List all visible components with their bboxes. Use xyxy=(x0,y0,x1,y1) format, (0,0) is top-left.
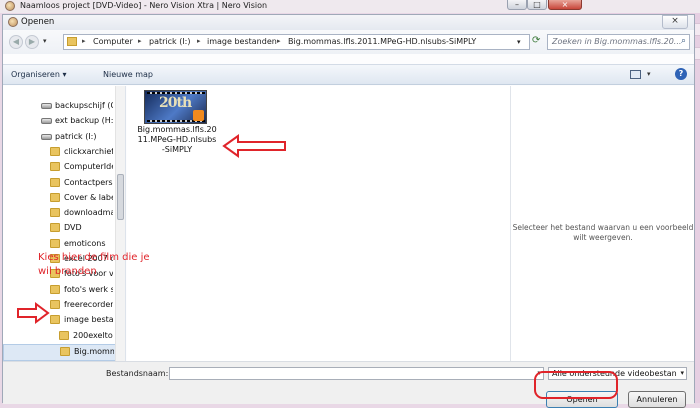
folder-icon xyxy=(50,146,60,156)
folder-icon xyxy=(50,284,60,294)
nav-item-label: Cover & labe xyxy=(64,192,113,202)
nav-item-label: foto's werk st xyxy=(64,284,113,294)
folder-icon xyxy=(50,177,60,187)
background-window-title: Naamloos project [DVD-Video] - Nero Visi… xyxy=(20,1,268,10)
nav-item-label: emoticons xyxy=(64,238,106,248)
nav-item-label: DVD xyxy=(64,223,82,233)
drive-icon xyxy=(41,133,52,140)
new-folder-button[interactable]: Nieuwe map xyxy=(103,70,153,79)
folder-icon xyxy=(50,208,60,218)
preview-message: Selecteer het bestand waarvan u een voor… xyxy=(512,223,694,242)
folder-icon xyxy=(50,238,60,248)
background-close-button[interactable]: × xyxy=(548,0,582,10)
nav-item[interactable]: ComputerIde xyxy=(3,160,115,175)
filename-input[interactable]: ▾ xyxy=(169,367,544,380)
breadcrumb-separator[interactable]: ▸ xyxy=(82,37,86,45)
red-arrow-right-icon xyxy=(17,302,50,324)
folder-icon xyxy=(50,223,60,233)
nav-scrollbar-thumb[interactable] xyxy=(117,174,124,220)
nav-item-label: downloadma xyxy=(64,208,113,218)
folder-icon xyxy=(50,162,60,172)
search-input[interactable]: Zoeken in Big.mommas.lfls.20... ⌕ xyxy=(547,34,690,50)
organize-menu-button[interactable]: Organiseren ▾ xyxy=(11,70,66,79)
drive-icon xyxy=(41,103,52,109)
filter-dropdown-chevron-icon[interactable]: ▾ xyxy=(680,369,684,377)
dialog-titlebar: Openen × xyxy=(3,15,694,30)
nav-item-label: image bestar xyxy=(64,315,113,325)
address-bar[interactable]: ▸ Computer ▸ patrick (I:) ▸ image bestan… xyxy=(63,34,530,50)
nav-item[interactable]: clickxarchief xyxy=(3,145,115,160)
nav-item[interactable]: ext backup (H:) xyxy=(3,114,115,129)
nav-item[interactable]: patrick (I:) xyxy=(3,130,115,145)
folder-icon xyxy=(50,315,60,325)
recent-locations-chevron-icon[interactable]: ▾ xyxy=(43,37,47,45)
address-dropdown-chevron-icon[interactable]: ▾ xyxy=(517,38,521,46)
breadcrumb-separator[interactable]: ▸ xyxy=(277,37,281,45)
breadcrumb-image-bestanden[interactable]: image bestanden xyxy=(207,37,277,46)
drive-icon xyxy=(41,118,52,125)
address-row: ◀ ▶ ▾ ▸ Computer ▸ patrick (I:) ▸ image … xyxy=(3,30,694,54)
file-list: 20th Big.mommas.lfls.2011.MPeG-HD.nlsubs… xyxy=(127,86,510,361)
nav-item[interactable]: Contactperso xyxy=(3,176,115,191)
command-toolbar: Organiseren ▾ Nieuwe map ▾ ? xyxy=(3,64,694,85)
minimize-button[interactable]: – xyxy=(507,0,527,10)
nero-app-icon xyxy=(5,1,15,11)
video-thumbnail: 20th xyxy=(144,90,207,124)
open-button-highlight-ring xyxy=(534,371,618,399)
nav-item[interactable]: foto's werk st xyxy=(3,283,115,298)
back-arrow-icon[interactable]: ◀ xyxy=(9,35,23,49)
filename-label: Bestandsnaam: xyxy=(106,369,169,378)
forward-arrow-icon[interactable]: ▶ xyxy=(25,35,39,49)
nav-item-label: patrick (I:) xyxy=(55,131,97,141)
search-icon[interactable]: ⌕ xyxy=(681,36,686,46)
folder-icon xyxy=(50,192,60,202)
nav-item-label: Big.momm xyxy=(74,346,114,356)
breadcrumb-separator[interactable]: ▸ xyxy=(197,37,201,45)
breadcrumb-current-folder[interactable]: Big.mommas.lfls.2011.MPeG-HD.nlsubs-SiMP… xyxy=(288,37,476,46)
nav-item[interactable]: 200exeltoep xyxy=(3,329,115,344)
view-options-icon[interactable] xyxy=(630,70,641,79)
thumbnail-logo-text: 20th xyxy=(159,95,192,111)
folder-icon xyxy=(59,330,69,340)
breadcrumb-drive[interactable]: patrick (I:) xyxy=(149,37,191,46)
red-arrow-left-icon xyxy=(222,134,286,158)
nav-scrollbar[interactable] xyxy=(115,86,125,361)
file-name-label: Big.mommas.lfls.2011.MPeG-HD.nlsubs-SiMP… xyxy=(137,125,217,154)
nav-item[interactable]: DVD xyxy=(3,221,115,236)
dialog-app-icon xyxy=(8,17,18,27)
dialog-close-button[interactable]: × xyxy=(662,15,688,29)
breadcrumb-separator[interactable]: ▸ xyxy=(138,37,142,45)
nav-item-label: 200exeltoep xyxy=(73,330,113,340)
nav-item-label: clickxarchief xyxy=(64,146,113,156)
nav-item-label: freerecorder xyxy=(64,299,113,309)
dialog-title: Openen xyxy=(21,17,55,27)
refresh-icon[interactable]: ⟳ xyxy=(532,35,540,46)
background-window-titlebar: Naamloos project [DVD-Video] - Nero Visi… xyxy=(0,0,700,13)
search-placeholder: Zoeken in Big.mommas.lfls.20... xyxy=(552,37,682,46)
view-dropdown-chevron-icon[interactable]: ▾ xyxy=(647,70,651,78)
nav-item[interactable]: downloadma xyxy=(3,206,115,221)
preview-pane: Selecteer het bestand waarvan u een voor… xyxy=(510,86,694,361)
folder-icon xyxy=(60,346,70,356)
nav-item-label: ext backup (H:) xyxy=(55,116,113,126)
folder-icon xyxy=(50,299,60,309)
nav-item[interactable]: Cover & labe xyxy=(3,191,115,206)
maximize-button[interactable]: □ xyxy=(527,0,547,10)
nav-item-label: Contactperso xyxy=(64,177,113,187)
help-icon[interactable]: ? xyxy=(675,68,687,80)
folder-icon xyxy=(67,37,77,46)
nav-item[interactable]: emoticons xyxy=(3,237,115,252)
nav-item[interactable]: Big.momm xyxy=(3,343,117,361)
video-play-icon xyxy=(193,110,204,121)
nav-item[interactable]: backupschijf (G xyxy=(3,99,115,114)
breadcrumb-computer[interactable]: Computer xyxy=(93,37,133,46)
nav-item-label: ComputerIde xyxy=(64,162,113,172)
nav-item-label: backupschijf (G xyxy=(55,101,113,110)
annotation-text-line2: wil branden xyxy=(38,266,97,277)
cancel-button[interactable]: Annuleren xyxy=(628,391,686,408)
open-file-dialog: Openen × ◀ ▶ ▾ ▸ Computer ▸ patrick (I:)… xyxy=(2,14,695,408)
annotation-text-line1: Kies hier de film die je xyxy=(38,252,150,263)
